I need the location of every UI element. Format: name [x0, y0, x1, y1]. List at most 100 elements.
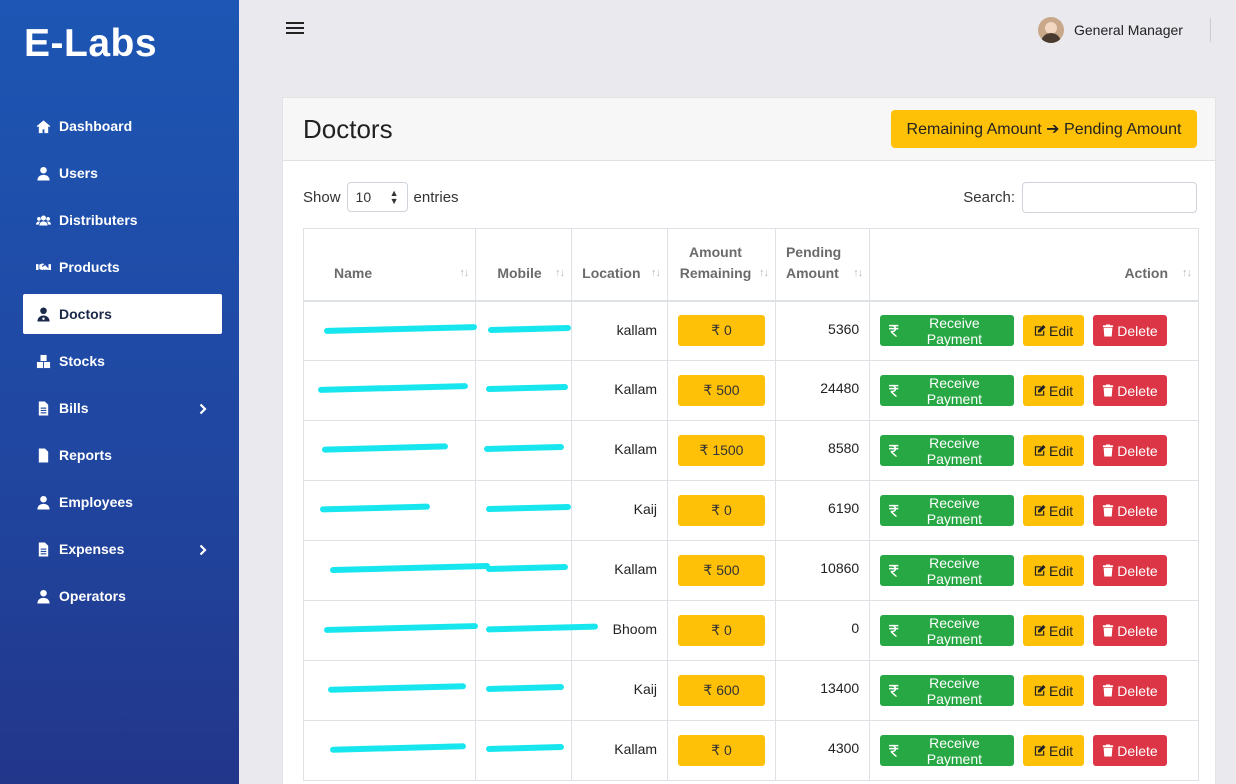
edit-button[interactable]: Edit: [1023, 555, 1085, 586]
remaining-to-pending-button[interactable]: Remaining Amount ➔ Pending Amount: [891, 110, 1197, 148]
edit-icon: [1034, 625, 1046, 636]
sidebar-item-employees[interactable]: Employees: [23, 482, 222, 522]
receive-payment-button[interactable]: Receive Payment: [880, 495, 1015, 527]
edit-button[interactable]: Edit: [1023, 675, 1085, 706]
action-cell: Receive Payment Edit Delete: [869, 480, 1199, 541]
trash-icon: [1103, 504, 1114, 517]
sidebar-item-stocks[interactable]: Stocks: [23, 341, 222, 381]
doctor-name-cell: [302, 600, 479, 661]
table-row: Kallam ₹ 0 4300 Receive Payment Edit Del…: [302, 720, 1199, 781]
user-icon: [35, 494, 51, 510]
trash-icon: [1103, 684, 1114, 697]
sidebar-item-label: Operators: [59, 588, 126, 604]
search-input[interactable]: [1022, 182, 1197, 213]
amount-remaining-cell: ₹ 0: [667, 300, 776, 361]
entries-select[interactable]: 10 ▲ ▼: [346, 182, 408, 212]
delete-button[interactable]: Delete: [1092, 495, 1167, 526]
amount-remaining-badge: ₹ 500: [678, 555, 765, 586]
header-amount-remaining[interactable]: Amount Remaining ↑↓: [667, 228, 776, 302]
receive-payment-button[interactable]: Receive Payment: [880, 314, 1015, 347]
sort-icon: ↑↓: [459, 266, 469, 279]
redaction-mark: [484, 443, 565, 453]
amount-remaining-cell: ₹ 500: [667, 360, 776, 421]
redaction-mark: [486, 563, 569, 573]
receive-payment-button[interactable]: Receive Payment: [880, 614, 1015, 647]
mobile-cell: [475, 540, 573, 601]
header-pending-amount[interactable]: Pending Amount ↑↓: [774, 228, 871, 302]
doctors-table: Name ↑↓ Mobile ↑↓ Location ↑↓ Amount Remain…: [302, 228, 1199, 781]
edit-label: Edit: [1049, 562, 1074, 579]
sidebar-item-operators[interactable]: Operators: [23, 576, 222, 616]
sidebar-nav: Dashboard Users Distributers Products Do…: [23, 106, 222, 623]
pending-amount-cell: 4300: [774, 720, 871, 781]
delete-button[interactable]: Delete: [1092, 675, 1167, 706]
sidebar-item-label: Expenses: [59, 541, 125, 557]
edit-button[interactable]: Edit: [1023, 735, 1085, 766]
table-row: Bhoom ₹ 0 0 Receive Payment Edit Delete: [302, 600, 1199, 661]
edit-button[interactable]: Edit: [1023, 375, 1085, 406]
sidebar-item-bills[interactable]: Bills: [23, 388, 222, 428]
receive-payment-label: Receive Payment: [926, 614, 982, 647]
edit-button[interactable]: Edit: [1023, 315, 1085, 347]
sidebar-item-expenses[interactable]: Expenses: [23, 529, 222, 569]
amount-remaining-cell: ₹ 1500: [667, 420, 776, 481]
entries-label: entries: [413, 188, 459, 206]
receive-payment-button[interactable]: Receive Payment: [880, 374, 1015, 407]
user-icon: [35, 588, 51, 604]
user-menu[interactable]: General Manager: [1038, 17, 1183, 43]
sidebar-item-dashboard[interactable]: Dashboard: [23, 106, 222, 146]
edit-button[interactable]: Edit: [1023, 435, 1085, 466]
edit-icon: [1034, 325, 1046, 336]
header-name[interactable]: Name ↑↓: [302, 228, 477, 302]
search-label: Search:: [963, 189, 1015, 206]
receive-payment-button[interactable]: Receive Payment: [880, 735, 1015, 767]
hamburger-menu-icon[interactable]: [286, 22, 304, 38]
sort-icon: ↑↓: [1182, 266, 1192, 279]
sidebar-item-label: Employees: [59, 494, 133, 510]
sidebar-item-products[interactable]: Products: [23, 247, 222, 287]
sidebar: E-Labs Dashboard Users Distributers Prod…: [0, 0, 239, 784]
redaction-mark: [323, 622, 479, 634]
home-icon: [35, 118, 51, 134]
edit-icon: [1034, 565, 1046, 576]
receive-payment-button[interactable]: Receive Payment: [880, 555, 1015, 587]
brand-logo[interactable]: E-Labs: [24, 22, 157, 66]
receive-payment-button[interactable]: Receive Payment: [880, 434, 1015, 467]
receive-payment-label: Receive Payment: [926, 374, 982, 407]
amount-remaining-badge: ₹ 600: [678, 675, 765, 706]
sidebar-item-distributers[interactable]: Distributers: [23, 200, 222, 240]
doctor-name-cell: [302, 420, 477, 481]
redaction-mark: [486, 503, 572, 513]
receive-payment-label: Receive Payment: [926, 314, 982, 347]
edit-button[interactable]: Edit: [1023, 495, 1085, 526]
edit-button[interactable]: Edit: [1023, 615, 1085, 646]
pending-amount-cell: 10860: [774, 540, 871, 601]
amount-remaining-cell: ₹ 0: [667, 600, 776, 661]
amount-remaining-badge: ₹ 0: [678, 735, 765, 766]
delete-button[interactable]: Delete: [1092, 615, 1167, 646]
doctor-name-cell: [302, 360, 477, 421]
delete-button[interactable]: Delete: [1092, 735, 1167, 766]
location-cell: kallam: [571, 300, 669, 361]
receive-payment-button[interactable]: Receive Payment: [880, 674, 1015, 707]
sidebar-item-doctors[interactable]: Doctors: [23, 294, 222, 334]
sidebar-item-reports[interactable]: Reports: [23, 435, 222, 475]
sidebar-item-users[interactable]: Users: [23, 153, 222, 193]
location-cell: Kallam: [571, 540, 669, 601]
header-mobile[interactable]: Mobile ↑↓: [475, 228, 573, 302]
trash-icon: [1103, 384, 1114, 397]
receive-payment-label: Receive Payment: [926, 674, 982, 707]
header-action[interactable]: Action ↑↓: [869, 228, 1199, 302]
delete-button[interactable]: Delete: [1092, 435, 1167, 466]
sidebar-item-label: Doctors: [59, 306, 112, 322]
table-row: Kaij ₹ 0 6190 Receive Payment Edit Delet…: [302, 480, 1199, 541]
delete-button[interactable]: Delete: [1092, 555, 1167, 586]
delete-button[interactable]: Delete: [1092, 375, 1167, 406]
delete-button[interactable]: Delete: [1092, 315, 1167, 347]
header-location[interactable]: Location ↑↓: [571, 228, 669, 302]
entries-value: 10: [355, 189, 372, 205]
pending-amount-cell: 8580: [774, 420, 871, 481]
receive-payment-label: Receive Payment: [926, 434, 982, 467]
location-cell: Bhoom: [571, 600, 669, 661]
delete-label: Delete: [1117, 322, 1158, 339]
